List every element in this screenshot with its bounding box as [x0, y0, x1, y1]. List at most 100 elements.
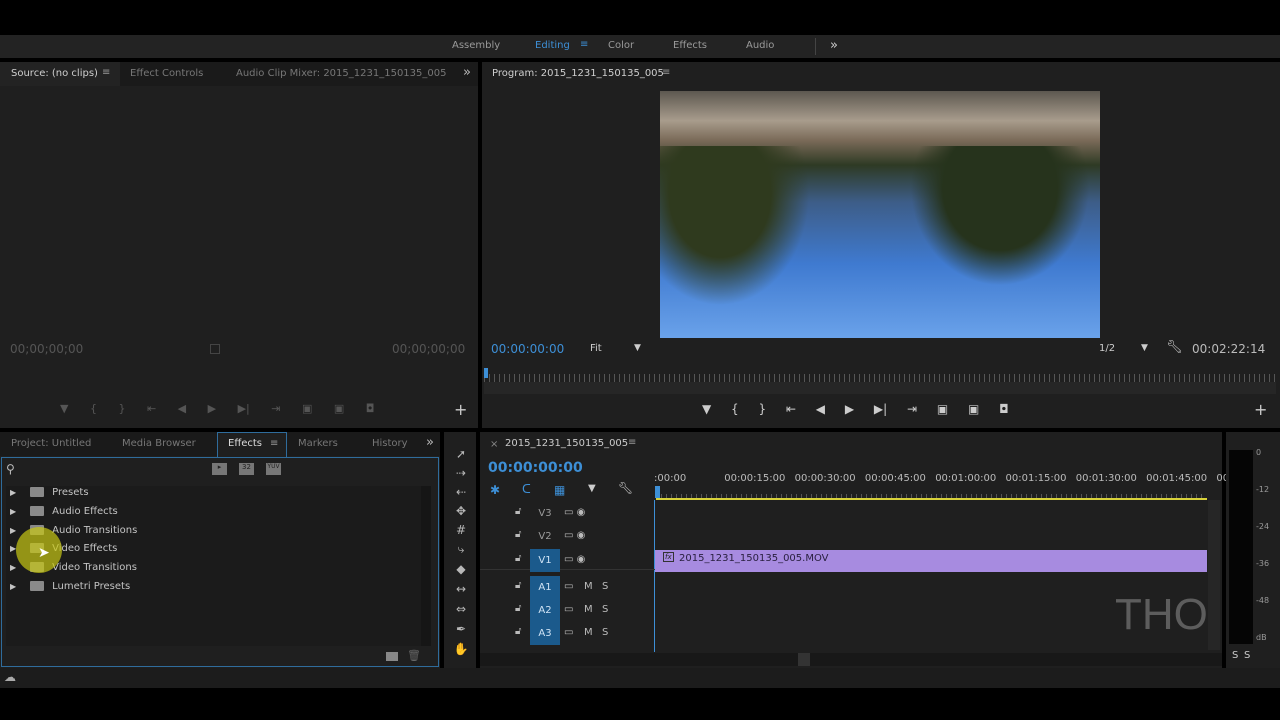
hand-tool-icon[interactable]: ✋	[452, 642, 470, 656]
program-time-ruler[interactable]	[484, 374, 1276, 382]
solo-button[interactable]: S	[602, 604, 608, 615]
chevron-down-icon[interactable]: ▼	[634, 343, 641, 353]
tab-source[interactable]: Source: (no clips)	[11, 68, 98, 79]
slip-tool-icon[interactable]: ↔	[452, 582, 470, 596]
source-transport-controls[interactable]: ▼ { } ⇤ ◀ ▶ ▶| ⇥ ▣ ▣ ◘	[60, 402, 374, 415]
program-transport-controls[interactable]: ▼ { } ⇤ ◀ ▶ ▶| ⇥ ▣ ▣ ◘	[702, 402, 1009, 416]
accelerated-effects-icon[interactable]: ▸	[212, 463, 227, 475]
ruler-label: 00:01:30:00	[1075, 473, 1137, 484]
mute-button[interactable]: M	[584, 604, 593, 615]
tab-media-browser[interactable]: Media Browser	[122, 438, 196, 449]
rate-stretch-tool-icon[interactable]: #	[452, 523, 470, 537]
effects-panel: Project: Untitled Media Browser Effects …	[0, 432, 440, 668]
ripple-edit-tool-icon[interactable]: ⇠	[452, 485, 470, 499]
razor-tool-icon[interactable]: ◆	[452, 562, 470, 576]
workspace-color[interactable]: Color	[608, 40, 634, 51]
workspace-audio[interactable]: Audio	[746, 40, 774, 51]
mute-button[interactable]: M	[584, 581, 593, 592]
workspace-assembly[interactable]: Assembly	[452, 40, 500, 51]
program-menu-icon[interactable]: ≡	[662, 67, 670, 78]
more-workspaces-icon[interactable]: »	[830, 38, 838, 53]
linked-selection-icon[interactable]: ▦	[554, 483, 565, 497]
program-playhead-timecode[interactable]: 00:00:00:00	[491, 342, 564, 356]
track-target-a3[interactable]: A3	[530, 622, 560, 645]
more-tabs-icon[interactable]: »	[463, 65, 471, 80]
wrench-icon[interactable]: 🔧︎	[1166, 340, 1183, 355]
workspace-bar: Assembly Editing ≡ Color Effects Audio »	[0, 35, 1280, 58]
scrollbar[interactable]	[421, 486, 431, 646]
horizontal-scrollbar[interactable]	[480, 653, 1222, 666]
more-tabs-icon[interactable]: »	[426, 435, 434, 450]
source-menu-icon[interactable]: ≡	[102, 67, 110, 78]
ruler-label: 00:01:00:00	[935, 473, 997, 484]
search-icon[interactable]: ⚲	[6, 462, 15, 476]
new-bin-icon[interactable]	[386, 652, 398, 661]
track-v1: 🔓︎ V1 ▭ ◉	[480, 549, 654, 572]
meter-solo-button[interactable]: S	[1244, 650, 1250, 661]
track-a1: 🔓︎ A1 ▭ M S	[480, 576, 654, 599]
mute-button[interactable]: M	[584, 627, 593, 638]
track-select-tool-icon[interactable]: ⇢	[452, 466, 470, 480]
meter-label: -36	[1256, 559, 1270, 568]
timeline-settings-icon[interactable]: 🔧︎	[618, 481, 633, 495]
status-bar: ☁	[0, 668, 1280, 688]
solo-button[interactable]: S	[602, 627, 608, 638]
solo-button[interactable]: S	[602, 581, 608, 592]
track-target-a1[interactable]: A1	[530, 576, 560, 599]
meter-label: -48	[1256, 596, 1270, 605]
playhead-handle[interactable]	[484, 368, 488, 378]
zoom-select[interactable]: Fit	[590, 343, 602, 354]
video-clip[interactable]: fx 2015_1231_150135_005.MOV	[655, 550, 1207, 572]
meter-label: -24	[1256, 522, 1270, 531]
meter-solo-button[interactable]: S	[1232, 650, 1238, 661]
effects-menu-icon[interactable]: ≡	[270, 438, 278, 449]
zoom-scrollbar[interactable]	[484, 382, 1276, 394]
nest-toggle-icon[interactable]: ✱	[490, 483, 500, 497]
add-marker-icon[interactable]: ▼	[588, 483, 596, 494]
selection-tool-icon[interactable]: ➚	[452, 447, 470, 461]
ruler-label: 00:00:30:00	[794, 473, 856, 484]
program-title[interactable]: Program: 2015_1231_150135_005	[492, 68, 664, 79]
trash-icon[interactable]: 🗑︎	[407, 649, 421, 662]
creative-cloud-icon[interactable]: ☁	[4, 670, 16, 684]
meter-label: 0	[1256, 448, 1262, 457]
workspace-menu-icon[interactable]: ≡	[580, 39, 588, 50]
sequence-tab[interactable]: 2015_1231_150135_005	[505, 438, 628, 449]
tab-history[interactable]: History	[372, 438, 408, 449]
slide-tool-icon[interactable]: ⇔	[452, 602, 470, 616]
add-button-icon[interactable]: +	[454, 400, 467, 419]
list-item-presets[interactable]: ▶ Presets	[10, 487, 89, 505]
razor-track-tool-icon[interactable]: ⤷	[452, 542, 470, 557]
32bit-effects-icon[interactable]: 32	[239, 463, 254, 475]
tab-audio-clip-mixer[interactable]: Audio Clip Mixer: 2015_1231_150135_005	[236, 68, 446, 79]
tab-markers[interactable]: Markers	[298, 438, 338, 449]
close-icon[interactable]: ×	[490, 439, 498, 450]
timeline-timecode[interactable]: 00:00:00:00	[488, 460, 583, 476]
tab-effects[interactable]: Effects ≡	[217, 432, 287, 457]
watermark: THO	[1115, 590, 1208, 639]
playhead-handle[interactable]	[655, 486, 660, 498]
track-target-a2[interactable]: A2	[530, 599, 560, 622]
search-input[interactable]	[20, 461, 200, 477]
workspace-effects[interactable]: Effects	[673, 40, 707, 51]
tab-project[interactable]: Project: Untitled	[11, 438, 91, 449]
snap-icon[interactable]: ᑕ	[522, 482, 531, 496]
sequence-menu-icon[interactable]: ≡	[628, 437, 636, 448]
tab-effect-controls[interactable]: Effect Controls	[130, 68, 203, 79]
resolution-select[interactable]: 1/2	[1099, 343, 1115, 354]
pen-tool-icon[interactable]: ✒	[452, 622, 470, 636]
timeline-panel: × 2015_1231_150135_005 ≡ 00:00:00:00 ✱ ᑕ…	[480, 432, 1239, 668]
workspace-editing[interactable]: Editing	[535, 40, 570, 51]
add-button-icon[interactable]: +	[1254, 400, 1267, 419]
rolling-edit-tool-icon[interactable]: ✥	[452, 504, 470, 518]
source-tabs: Source: (no clips) ≡ Effect Controls Aud…	[0, 62, 478, 86]
list-item-lumetri-presets[interactable]: ▶ Lumetri Presets	[10, 581, 130, 599]
list-item-audio-effects[interactable]: ▶ Audio Effects	[10, 506, 118, 524]
source-timecode-in: 00;00;00;00	[10, 342, 84, 356]
ruler-label: 00:00:15:00	[724, 473, 786, 484]
track-v2: 🔓︎ V2 ▭ ◉	[515, 529, 586, 542]
vertical-scrollbar[interactable]	[1208, 500, 1220, 650]
track-target-v1[interactable]: V1	[530, 549, 560, 572]
yuv-effects-icon[interactable]: YUV	[266, 463, 281, 475]
chevron-down-icon[interactable]: ▼	[1141, 343, 1148, 353]
